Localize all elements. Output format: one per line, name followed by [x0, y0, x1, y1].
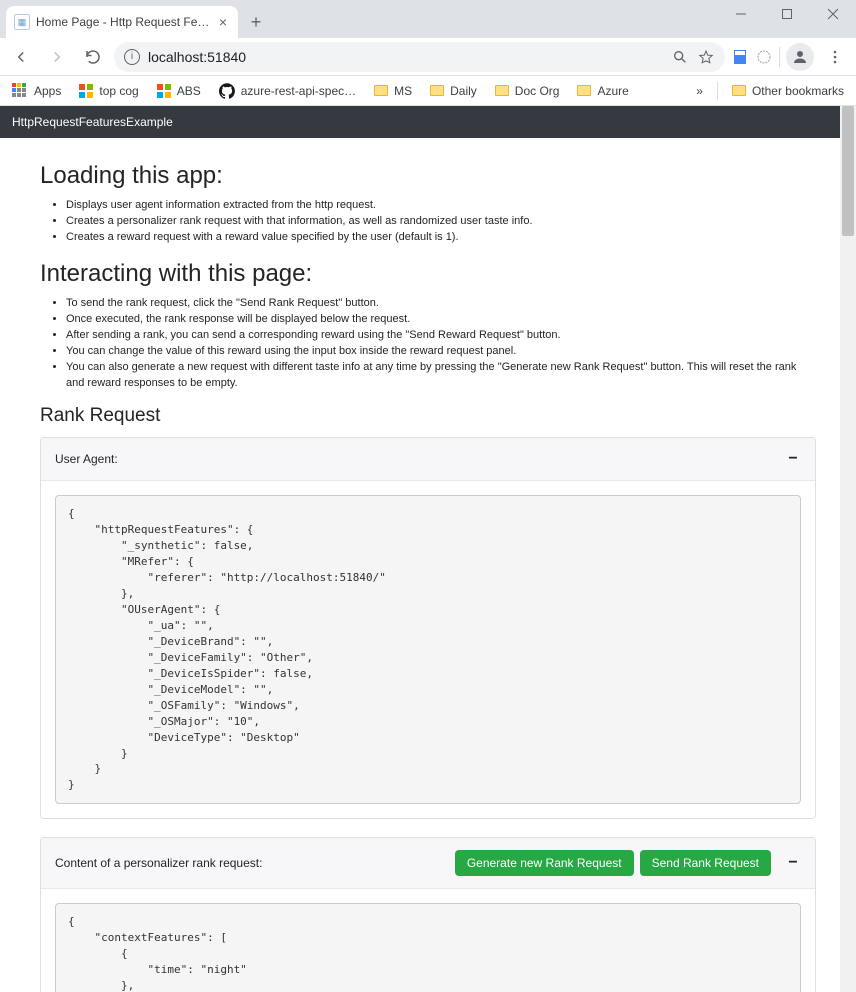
- folder-icon: [430, 85, 444, 96]
- app-brand[interactable]: HttpRequestFeaturesExample: [12, 115, 173, 129]
- send-rank-button[interactable]: Send Rank Request: [640, 850, 771, 876]
- bookmark-label: Doc Org: [515, 84, 560, 98]
- list-item: Displays user agent information extracte…: [66, 198, 816, 214]
- bookmark-label: Other bookmarks: [752, 84, 844, 98]
- tab-title: Home Page - Http Request Featu: [36, 15, 210, 29]
- forward-button[interactable]: [42, 42, 72, 72]
- bookmark-label: MS: [394, 84, 412, 98]
- window-controls: [718, 0, 856, 28]
- bookmark-label: Azure: [597, 84, 628, 98]
- rank-request-json: { "contextFeatures": [ { "time": "night"…: [55, 903, 801, 992]
- list-item: Creates a reward request with a reward v…: [66, 230, 816, 246]
- folder-icon: [732, 85, 746, 96]
- bookmark-azure-rest[interactable]: azure-rest-api-spec…: [215, 80, 360, 102]
- bookmark-label: azure-rest-api-spec…: [241, 84, 356, 98]
- list-item: You can also generate a new request with…: [66, 360, 816, 392]
- folder-icon: [374, 85, 388, 96]
- bookmark-label: ABS: [177, 84, 201, 98]
- bookmark-folder-ms[interactable]: MS: [370, 81, 416, 101]
- panel-header[interactable]: Content of a personalizer rank request: …: [41, 838, 815, 889]
- panel-title: User Agent:: [55, 452, 118, 466]
- extension-icon[interactable]: [731, 48, 749, 66]
- rank-request-heading: Rank Request: [40, 405, 816, 427]
- back-button[interactable]: [6, 42, 36, 72]
- bookmark-folder-docorg[interactable]: Doc Org: [491, 81, 564, 101]
- vertical-scrollbar[interactable]: [840, 106, 856, 992]
- url-text: localhost:51840: [148, 49, 663, 65]
- panel-body: { "httpRequestFeatures": { "_synthetic":…: [41, 481, 815, 818]
- list-item: Once executed, the rank response will be…: [66, 312, 816, 328]
- panel-title: Content of a personalizer rank request:: [55, 856, 262, 870]
- app-navbar: HttpRequestFeaturesExample: [0, 106, 856, 138]
- github-icon: [219, 83, 235, 99]
- ms-logo-icon: [157, 84, 171, 98]
- separator: [779, 47, 780, 67]
- bookmark-folder-daily[interactable]: Daily: [426, 81, 481, 101]
- bookmarks-overflow[interactable]: »: [692, 81, 707, 101]
- folder-icon: [577, 85, 591, 96]
- profile-button[interactable]: [786, 43, 814, 71]
- list-item: After sending a rank, you can send a cor…: [66, 328, 816, 344]
- apps-button[interactable]: Apps: [8, 80, 65, 102]
- reload-button[interactable]: [78, 42, 108, 72]
- browser-tab[interactable]: ▦ Home Page - Http Request Featu ×: [6, 6, 238, 38]
- menu-button[interactable]: [820, 42, 850, 72]
- bookmark-folder-azure[interactable]: Azure: [573, 81, 632, 101]
- bookmark-top-cog[interactable]: top cog: [75, 81, 142, 101]
- minimize-button[interactable]: [718, 0, 764, 28]
- star-icon[interactable]: [697, 48, 715, 66]
- zoom-icon[interactable]: [671, 48, 689, 66]
- browser-tab-strip: ▦ Home Page - Http Request Featu × +: [0, 0, 856, 38]
- bookmarks-bar: Apps top cog ABS azure-rest-api-spec… MS…: [0, 76, 856, 106]
- panel-header[interactable]: User Agent: −: [41, 438, 815, 481]
- user-agent-panel: User Agent: − { "httpRequestFeatures": {…: [40, 437, 816, 819]
- other-bookmarks[interactable]: Other bookmarks: [728, 81, 848, 101]
- new-tab-button[interactable]: +: [242, 8, 270, 36]
- folder-icon: [495, 85, 509, 96]
- bookmark-label: Daily: [450, 84, 477, 98]
- site-info-icon[interactable]: i: [124, 49, 140, 65]
- page-content: Loading this app: Displays user agent in…: [0, 138, 856, 992]
- address-bar-row: i localhost:51840: [0, 38, 856, 76]
- ms-logo-icon: [79, 84, 93, 98]
- close-window-button[interactable]: [810, 0, 856, 28]
- rank-request-panel: Content of a personalizer rank request: …: [40, 837, 816, 992]
- list-item: Creates a personalizer rank request with…: [66, 214, 816, 230]
- list-item: You can change the value of this reward …: [66, 344, 816, 360]
- interacting-list: To send the rank request, click the "Sen…: [40, 296, 816, 392]
- bookmark-label: Apps: [34, 84, 61, 98]
- loading-list: Displays user agent information extracte…: [40, 198, 816, 246]
- bookmark-label: top cog: [99, 84, 138, 98]
- loading-heading: Loading this app:: [40, 162, 816, 190]
- favicon-icon: ▦: [14, 14, 30, 30]
- address-bar[interactable]: i localhost:51840: [114, 42, 725, 72]
- apps-icon: [12, 83, 28, 99]
- user-agent-json: { "httpRequestFeatures": { "_synthetic":…: [55, 495, 801, 804]
- maximize-button[interactable]: [764, 0, 810, 28]
- collapse-icon[interactable]: −: [785, 450, 801, 468]
- scrollbar-thumb[interactable]: [842, 106, 854, 236]
- bookmark-abs[interactable]: ABS: [153, 81, 205, 101]
- extension-icon-2[interactable]: [755, 48, 773, 66]
- panel-body: { "contextFeatures": [ { "time": "night"…: [41, 889, 815, 992]
- separator: [717, 82, 718, 100]
- generate-rank-button[interactable]: Generate new Rank Request: [455, 850, 634, 876]
- page-viewport: HttpRequestFeaturesExample Loading this …: [0, 106, 856, 992]
- collapse-icon[interactable]: −: [785, 854, 801, 872]
- interacting-heading: Interacting with this page:: [40, 260, 816, 288]
- list-item: To send the rank request, click the "Sen…: [66, 296, 816, 312]
- close-tab-icon[interactable]: ×: [216, 15, 230, 29]
